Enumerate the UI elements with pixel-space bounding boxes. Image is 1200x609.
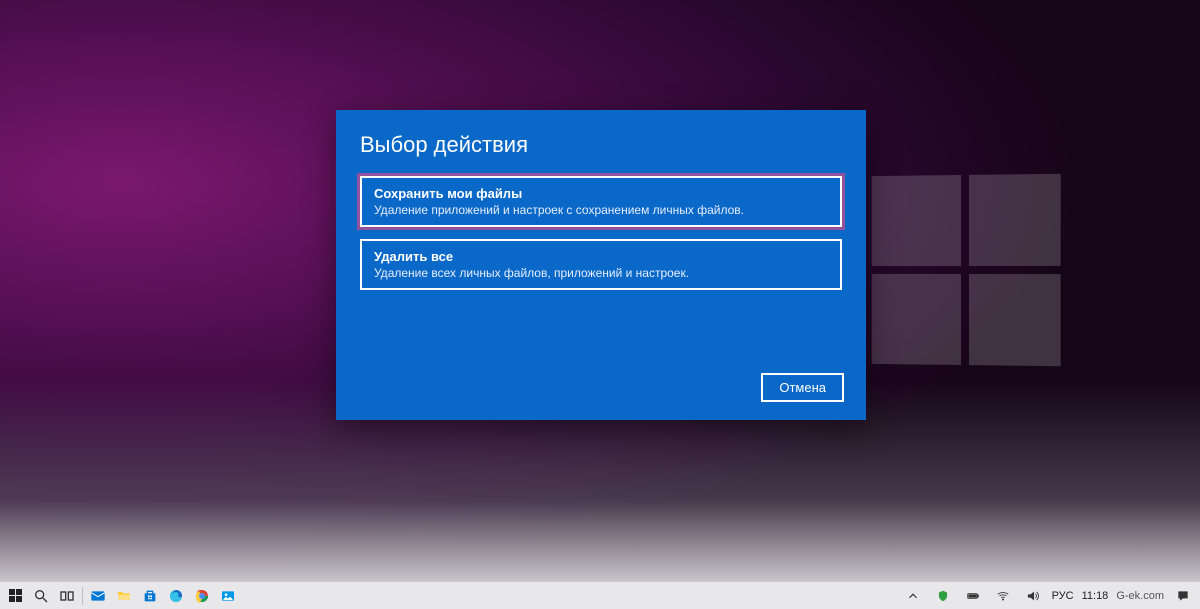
cancel-button[interactable]: Отмена (761, 373, 844, 402)
start-button[interactable] (4, 585, 26, 607)
option-remove-everything[interactable]: Удалить все Удаление всех личных файлов,… (360, 239, 842, 290)
option-remove-everything-desc: Удаление всех личных файлов, приложений … (374, 266, 828, 280)
photos-app-icon[interactable] (217, 585, 239, 607)
reset-choice-dialog: Выбор действия Сохранить мои файлы Удале… (336, 110, 866, 420)
option-keep-files[interactable]: Сохранить мои файлы Удаление приложений … (360, 176, 842, 227)
store-icon[interactable] (139, 585, 161, 607)
dialog-title: Выбор действия (360, 132, 842, 158)
action-center-icon[interactable] (1172, 585, 1194, 607)
clock-time[interactable]: 11:18 (1082, 590, 1109, 602)
task-view-icon[interactable] (56, 585, 78, 607)
wifi-icon[interactable] (992, 585, 1014, 607)
option-keep-files-title: Сохранить мои файлы (374, 186, 828, 201)
volume-icon[interactable] (1022, 585, 1044, 607)
mail-app-icon[interactable] (87, 585, 109, 607)
chrome-browser-icon[interactable] (191, 585, 213, 607)
language-indicator[interactable]: РУС (1052, 590, 1074, 602)
taskbar: РУС 11:18 G-ek.com (0, 581, 1200, 609)
option-keep-files-desc: Удаление приложений и настроек с сохране… (374, 203, 828, 217)
file-explorer-icon[interactable] (113, 585, 135, 607)
brand-watermark: G-ek.com (1116, 590, 1164, 602)
tray-chevron-icon[interactable] (902, 585, 924, 607)
taskbar-separator (82, 587, 83, 605)
search-icon[interactable] (30, 585, 52, 607)
edge-browser-icon[interactable] (165, 585, 187, 607)
security-icon[interactable] (932, 585, 954, 607)
battery-icon[interactable] (962, 585, 984, 607)
option-remove-everything-title: Удалить все (374, 249, 828, 264)
